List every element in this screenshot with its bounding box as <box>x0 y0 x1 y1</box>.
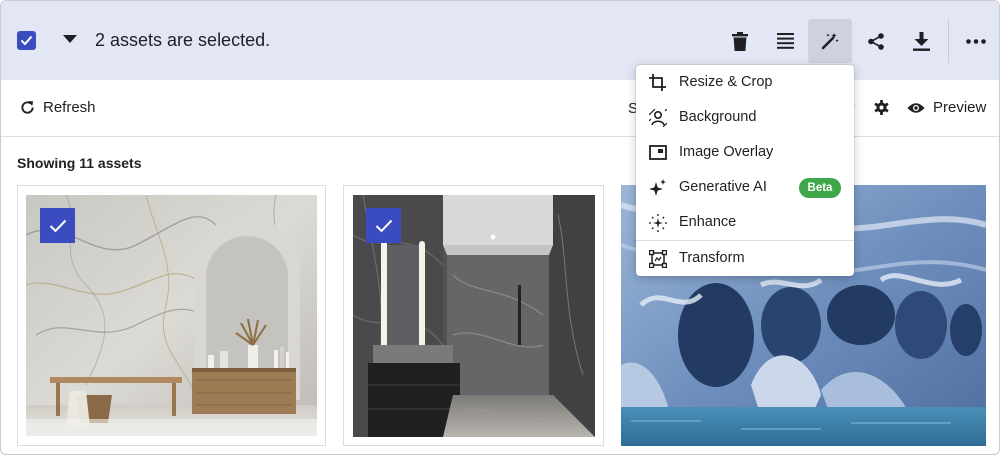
check-icon <box>49 219 66 232</box>
image-overlay-icon <box>648 143 667 162</box>
menu-item-generative-ai[interactable]: Generative AI Beta <box>636 170 854 205</box>
download-button[interactable] <box>899 19 943 63</box>
preview-button[interactable]: Preview <box>907 99 986 116</box>
beta-badge: Beta <box>799 178 841 198</box>
refresh-button[interactable]: Refresh <box>20 99 96 116</box>
transform-icon <box>648 249 667 268</box>
enhance-icon <box>648 213 667 232</box>
download-icon <box>912 31 930 51</box>
menu-item-label: Enhance <box>679 214 737 230</box>
magic-wand-icon <box>821 33 839 50</box>
menu-item-label: Transform <box>679 250 745 266</box>
menu-item-label: Generative AI <box>679 179 767 195</box>
delete-button[interactable] <box>718 19 762 63</box>
selection-count-text: 2 assets are selected. <box>95 30 271 50</box>
edit-tools-button[interactable] <box>808 19 852 63</box>
menu-item-image-overlay[interactable]: Image Overlay <box>636 135 854 170</box>
check-icon <box>375 219 392 232</box>
menu-item-label: Resize & Crop <box>679 74 773 90</box>
menu-item-background[interactable]: Background <box>636 100 854 135</box>
caret-down-icon <box>63 35 77 43</box>
app-frame: 2 assets are selected. Refresh S Preview… <box>0 0 1000 455</box>
edit-tools-menu: Resize & Crop Background Image Overlay G… <box>636 65 854 276</box>
preview-label: Preview <box>933 99 987 116</box>
trash-icon <box>732 31 748 51</box>
select-all-checkbox[interactable] <box>17 31 36 50</box>
gear-icon <box>874 100 889 115</box>
selection-dropdown-toggle[interactable] <box>62 31 78 47</box>
refresh-icon <box>21 100 34 114</box>
check-icon <box>20 35 33 46</box>
share-icon <box>868 32 884 50</box>
menu-item-label: Image Overlay <box>679 144 774 160</box>
asset-selected-checkbox[interactable] <box>366 208 401 243</box>
list-view-button[interactable] <box>763 19 807 63</box>
settings-button[interactable] <box>874 100 890 116</box>
eye-icon <box>907 102 925 113</box>
asset-selected-checkbox[interactable] <box>40 208 75 243</box>
menu-item-label: Background <box>679 109 757 125</box>
menu-item-enhance[interactable]: Enhance <box>636 205 854 240</box>
asset-card[interactable] <box>17 185 326 446</box>
menu-item-transform[interactable]: Transform <box>636 241 854 276</box>
more-actions-button[interactable] <box>954 19 998 63</box>
list-icon <box>776 33 794 49</box>
sparkle-icon <box>648 178 667 197</box>
background-icon <box>648 108 667 127</box>
refresh-label: Refresh <box>43 99 96 116</box>
header-divider <box>948 19 949 63</box>
menu-item-resize-crop[interactable]: Resize & Crop <box>636 65 854 100</box>
asset-card[interactable] <box>343 185 604 446</box>
more-icon <box>966 38 986 44</box>
crop-icon <box>648 73 667 92</box>
share-button[interactable] <box>854 19 898 63</box>
asset-count: Showing 11 assets <box>17 155 142 171</box>
